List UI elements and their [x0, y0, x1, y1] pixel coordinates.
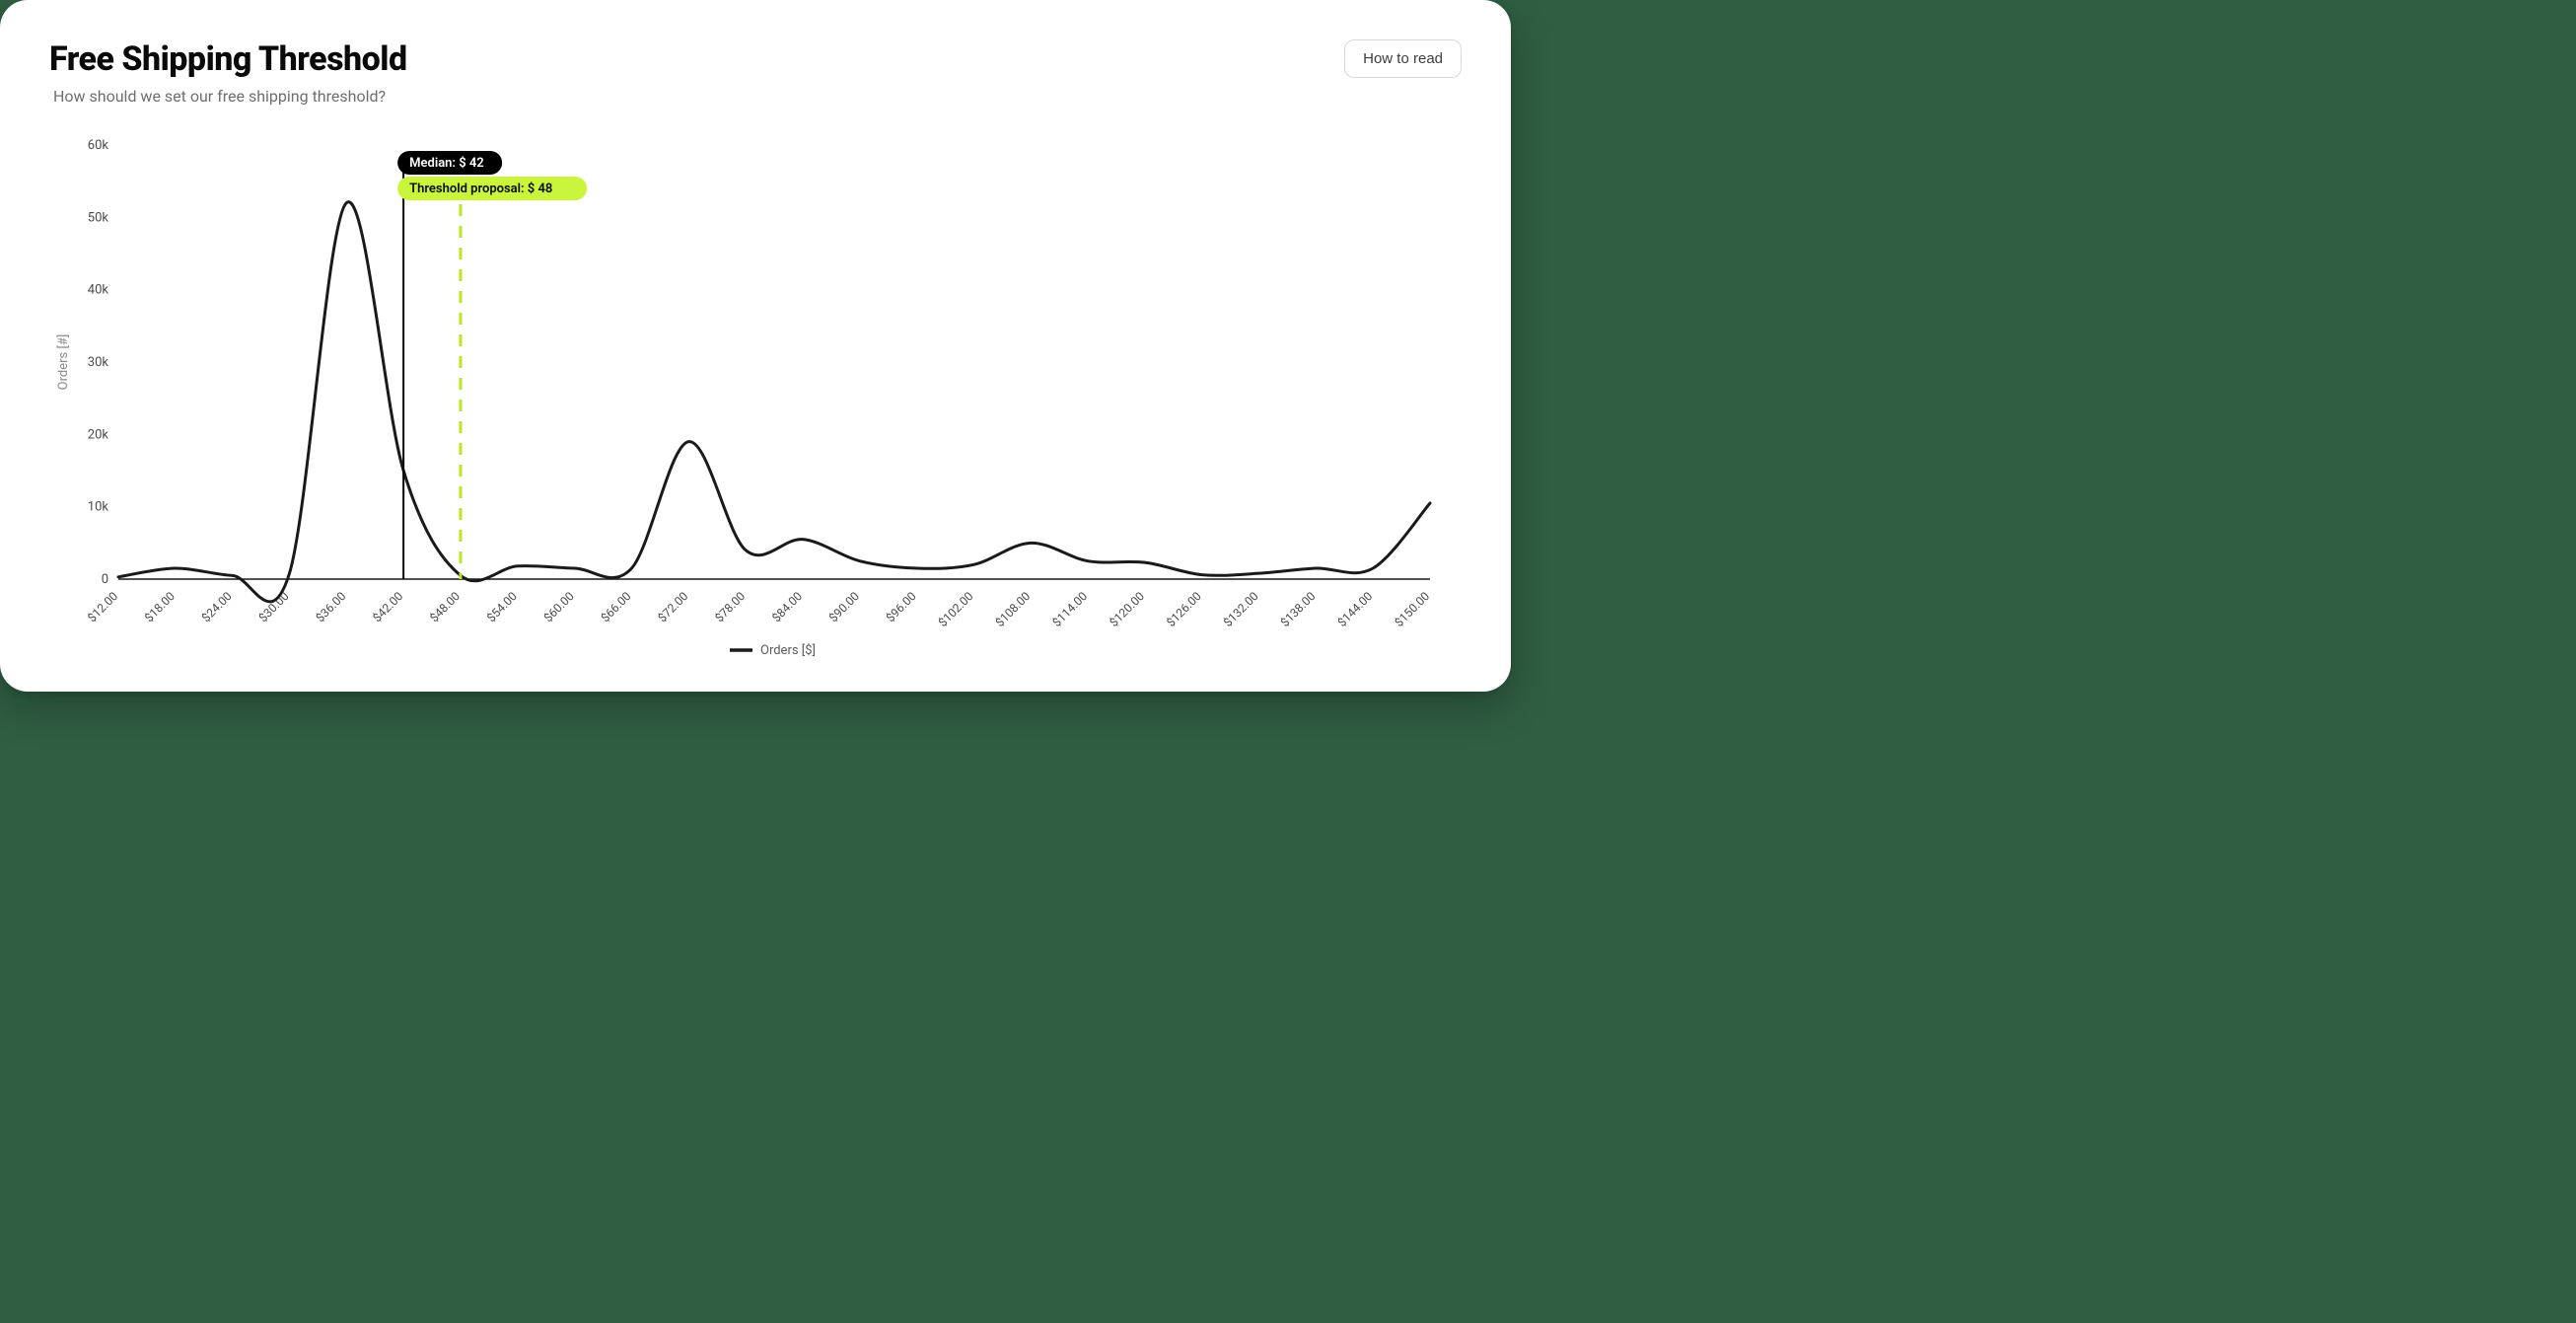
- x-tick-label: $102.00: [936, 589, 976, 629]
- x-tick-label: $138.00: [1278, 589, 1319, 629]
- x-tick-label: $126.00: [1164, 589, 1204, 629]
- legend-label: Orders [$]: [760, 643, 816, 658]
- card-header: Free Shipping Threshold How should we se…: [49, 39, 1462, 106]
- x-tick-label: $60.00: [541, 589, 577, 625]
- title-block: Free Shipping Threshold How should we se…: [49, 39, 407, 106]
- chart-card: Free Shipping Threshold How should we se…: [0, 0, 1511, 692]
- chart-svg: 0 10k 20k 30k 40k 50k 60k Orders [#] $12.00 $18.0…: [49, 135, 1450, 668]
- y-tick-label: 50k: [88, 210, 109, 225]
- x-tick-label: $54.00: [484, 589, 520, 625]
- x-tick-label: $42.00: [370, 589, 405, 625]
- x-tick-label: $120.00: [1107, 589, 1147, 629]
- x-tick-label: $12.00: [85, 589, 120, 625]
- x-tick-label: $18.00: [142, 589, 178, 625]
- x-tick-label: $84.00: [769, 589, 805, 625]
- y-tick-label: 10k: [88, 500, 109, 515]
- y-tick-label: 60k: [88, 138, 109, 153]
- x-tick-label: $96.00: [884, 589, 919, 625]
- y-axis-label: Orders [#]: [56, 334, 71, 391]
- y-tick-label: 20k: [88, 427, 109, 442]
- y-tick-label: 0: [102, 572, 108, 587]
- y-tick-label: 40k: [88, 283, 109, 298]
- x-tick-label: $132.00: [1221, 589, 1261, 629]
- x-tick-label: $66.00: [599, 589, 634, 625]
- x-tick-label: $72.00: [655, 589, 690, 625]
- x-tick-label: $78.00: [712, 589, 748, 625]
- x-tick-label: $36.00: [313, 589, 348, 625]
- chart-area: 0 10k 20k 30k 40k 50k 60k Orders [#] $12.00 $18.0…: [49, 135, 1462, 672]
- how-to-read-button[interactable]: How to read: [1344, 39, 1462, 78]
- page-subtitle: How should we set our free shipping thre…: [53, 87, 407, 106]
- page-title: Free Shipping Threshold: [49, 39, 407, 79]
- x-tick-label: $108.00: [993, 589, 1034, 629]
- x-tick-label: $24.00: [199, 589, 235, 625]
- y-tick-label: 30k: [88, 355, 109, 370]
- x-tick-label: $114.00: [1049, 589, 1090, 629]
- x-tick-label: $48.00: [427, 589, 463, 625]
- x-tick-label: $144.00: [1335, 589, 1376, 629]
- median-badge-text: Median: $ 42: [409, 156, 484, 171]
- orders-series-line: [118, 202, 1430, 602]
- threshold-badge-text: Threshold proposal: $ 48: [409, 182, 552, 196]
- x-tick-label: $90.00: [826, 589, 862, 625]
- x-tick-label: $30.00: [256, 589, 292, 625]
- x-tick-label: $150.00: [1392, 589, 1432, 629]
